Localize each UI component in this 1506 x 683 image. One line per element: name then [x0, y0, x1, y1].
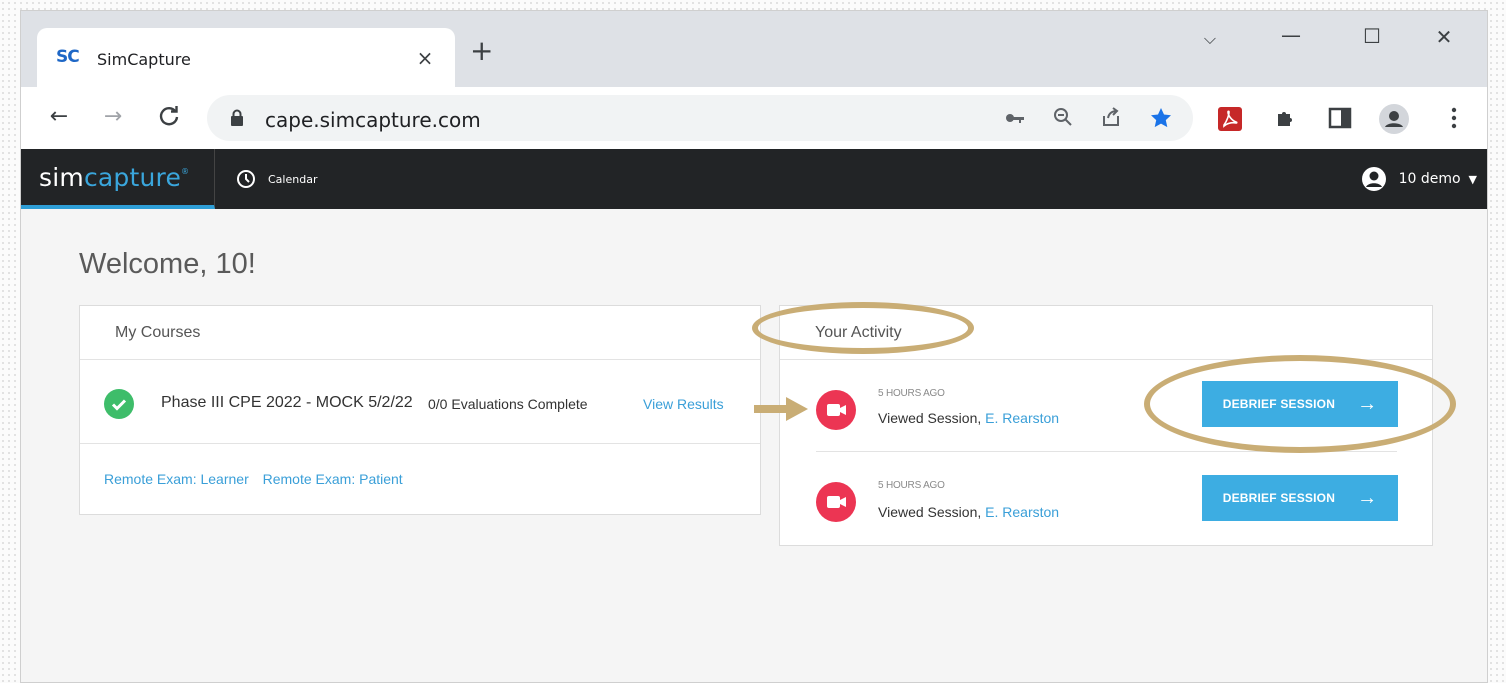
remote-exam-links: Remote Exam: Learner Remote Exam: Patien…	[104, 471, 413, 487]
reload-icon	[159, 106, 179, 126]
close-window-button[interactable]: ✕	[1429, 25, 1459, 49]
annotation-arrow	[754, 397, 808, 421]
annotation-oval-debrief	[1144, 355, 1456, 453]
key-icon[interactable]	[1001, 106, 1029, 133]
my-courses-title: My Courses	[80, 306, 760, 360]
browser-window: SC SimCapture × + ⌵ — ☐ ✕ ← → cape.simca…	[20, 10, 1488, 683]
activity-time: 5 HOURS AGO	[878, 480, 945, 491]
kebab-menu-icon[interactable]	[1441, 106, 1467, 132]
zoom-icon[interactable]	[1049, 106, 1077, 133]
course-row: Phase III CPE 2022 - MOCK 5/2/22 0/0 Eva…	[80, 360, 760, 444]
calendar-link[interactable]: Calendar	[236, 169, 317, 189]
app-navbar: simcapture® Calendar 10 demo ▼	[21, 149, 1487, 209]
close-tab-icon[interactable]: ×	[413, 46, 437, 70]
bookmark-star-icon[interactable]	[1147, 106, 1175, 135]
share-icon[interactable]	[1097, 106, 1125, 133]
puzzle-icon[interactable]	[1273, 106, 1299, 132]
profile-icon[interactable]	[1378, 103, 1410, 135]
tab-title: SimCapture	[97, 50, 191, 69]
activity-person-link[interactable]: E. Rearston	[985, 410, 1059, 426]
welcome-heading: Welcome, 10!	[79, 248, 256, 280]
caret-down-icon: ▼	[1468, 172, 1477, 186]
brand-text: simcapture®	[39, 163, 190, 192]
address-bar[interactable]: cape.simcapture.com	[207, 95, 1193, 141]
activity-time: 5 HOURS AGO	[878, 388, 945, 399]
minimize-button[interactable]: —	[1276, 23, 1306, 47]
clock-icon	[237, 170, 255, 188]
lock-icon	[231, 109, 243, 126]
course-name[interactable]: Phase III CPE 2022 - MOCK 5/2/22	[161, 394, 413, 412]
back-button[interactable]: ←	[45, 105, 73, 129]
remote-exam-patient-link[interactable]: Remote Exam: Patient	[263, 471, 403, 487]
user-menu[interactable]: 10 demo ▼	[1361, 166, 1477, 192]
calendar-label: Calendar	[268, 172, 318, 186]
activity-description: Viewed Session, E. Rearston	[878, 410, 1060, 426]
reload-button[interactable]	[155, 105, 183, 133]
video-camera-icon	[816, 390, 856, 430]
user-avatar-icon	[1361, 167, 1386, 191]
simcapture-logo[interactable]: simcapture®	[21, 149, 215, 209]
debrief-session-button[interactable]: DEBRIEF SESSION →	[1202, 475, 1398, 521]
browser-tab[interactable]: SC SimCapture ×	[37, 28, 455, 88]
remote-exam-learner-link[interactable]: Remote Exam: Learner	[104, 471, 249, 487]
my-courses-card: My Courses Phase III CPE 2022 - MOCK 5/2…	[79, 305, 761, 515]
tab-strip: SC SimCapture × + ⌵ — ☐ ✕	[21, 11, 1487, 88]
arrow-right-icon: →	[1357, 487, 1378, 509]
check-circle-icon	[104, 389, 134, 419]
maximize-button[interactable]: ☐	[1357, 24, 1387, 48]
side-panel-icon[interactable]	[1327, 106, 1353, 132]
evaluation-status: 0/0 Evaluations Complete	[428, 396, 588, 412]
annotation-oval-activity	[752, 302, 974, 354]
pdf-extension-icon[interactable]	[1217, 106, 1243, 132]
user-name: 10 demo	[1398, 171, 1461, 187]
favicon-icon: SC	[56, 47, 80, 67]
view-results-link[interactable]: View Results	[643, 396, 724, 412]
video-camera-icon	[816, 482, 856, 522]
forward-button[interactable]: →	[99, 105, 127, 129]
activity-person-link[interactable]: E. Rearston	[985, 504, 1059, 520]
url-text: cape.simcapture.com	[265, 108, 481, 132]
tab-search-icon[interactable]: ⌵	[1195, 29, 1225, 49]
browser-toolbar: ← → cape.simcapture.com	[21, 87, 1487, 149]
new-tab-button[interactable]: +	[470, 37, 493, 65]
activity-description: Viewed Session, E. Rearston	[878, 504, 1060, 520]
activity-item: 5 HOURS AGO Viewed Session, E. Rearston …	[780, 452, 1432, 544]
